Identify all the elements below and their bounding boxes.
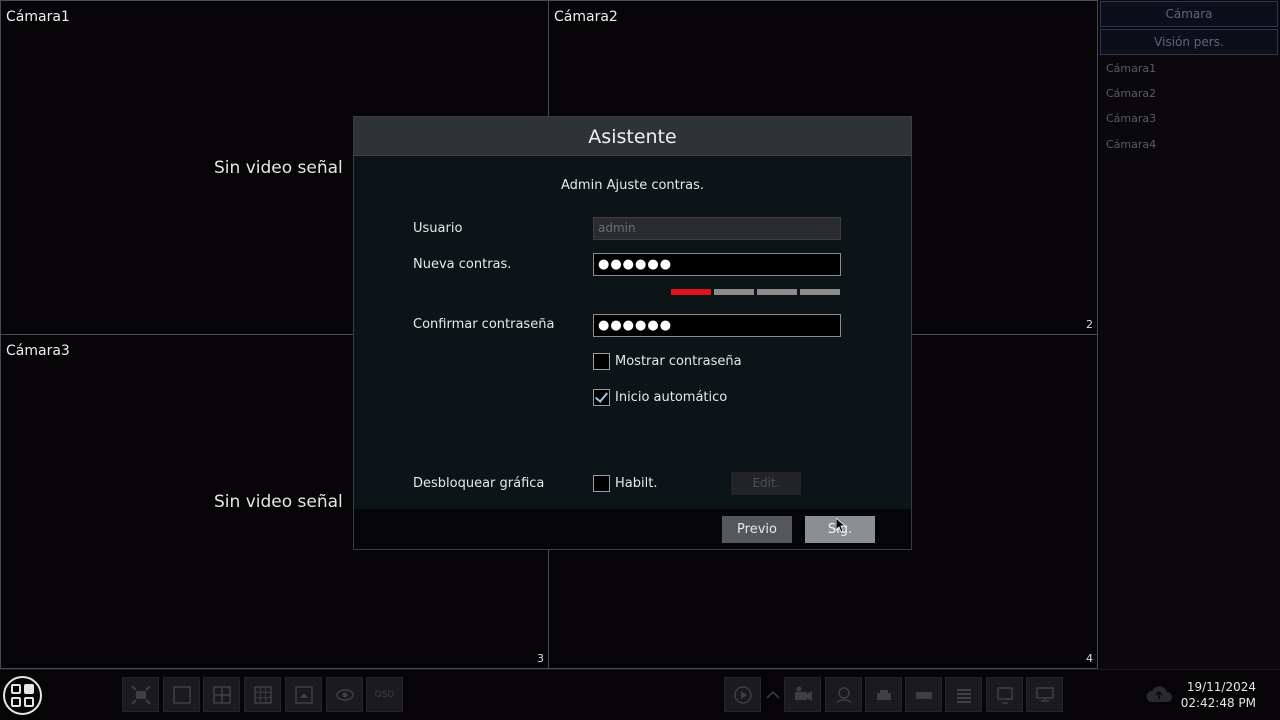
password-strength-segment — [757, 289, 797, 295]
device-icon[interactable] — [905, 677, 942, 712]
vehicle-icon[interactable] — [865, 677, 902, 712]
show-password-checkbox[interactable] — [593, 353, 610, 370]
display-icon[interactable] — [1026, 677, 1063, 712]
unlock-pattern-label: Desbloquear gráfica — [413, 476, 545, 491]
monitor-icon[interactable] — [986, 677, 1023, 712]
camera-title: Cámara2 — [554, 9, 618, 25]
confirm-password-field[interactable]: ●●●●●● — [593, 314, 841, 337]
camera-list-item[interactable]: Cámara4 — [1106, 138, 1156, 151]
edit-pattern-button[interactable]: Edit. — [731, 472, 801, 495]
show-password-label: Mostrar contraseña — [615, 354, 742, 369]
previous-button[interactable]: Previo — [722, 516, 792, 543]
camera-list-item[interactable]: Cámara3 — [1106, 112, 1156, 125]
password-strength-segment — [671, 289, 711, 295]
osd-icon[interactable]: OSD — [366, 677, 403, 712]
tab-custom-view[interactable]: Visión pers. — [1100, 29, 1278, 55]
quad-view-icon[interactable] — [203, 677, 240, 712]
no-signal-text: Sin video señal — [214, 492, 343, 512]
face-icon[interactable] — [825, 677, 862, 712]
sequence-icon[interactable] — [285, 677, 322, 712]
start-menu-icon[interactable] — [3, 676, 42, 715]
camera-list-item[interactable]: Cámara1 — [1106, 62, 1156, 75]
bottom-toolbar: OSD 19/11/2024 02:42:48 PM — [0, 669, 1280, 720]
playback-icon[interactable] — [724, 677, 761, 712]
cloud-icon[interactable] — [1144, 682, 1174, 710]
user-field: admin — [593, 217, 841, 240]
confirm-password-label: Confirmar contraseña — [413, 317, 555, 332]
time-text: 02:42:48 PM — [1180, 696, 1256, 710]
no-signal-text: Sin video señal — [214, 158, 343, 178]
storage-icon[interactable] — [945, 677, 982, 712]
auto-start-checkbox[interactable] — [593, 389, 610, 406]
mouse-cursor-icon — [835, 517, 847, 536]
enable-pattern-label: Habilt. — [615, 476, 658, 491]
tab-camera[interactable]: Cámara — [1100, 1, 1278, 27]
cell-number: 4 — [1086, 652, 1093, 665]
date-text: 19/11/2024 — [1186, 680, 1256, 694]
camera-list-panel: Cámara Visión pers. Cámara1 Cámara2 Cáma… — [1099, 0, 1280, 669]
dialog-subtitle: Admin Ajuste contras. — [561, 178, 704, 193]
camera-list-item[interactable]: Cámara2 — [1106, 87, 1156, 100]
single-view-icon[interactable] — [163, 677, 200, 712]
camera-title: Cámara3 — [6, 343, 70, 359]
user-label: Usuario — [413, 221, 463, 236]
new-password-field[interactable]: ●●●●●● — [593, 253, 841, 276]
fullscreen-icon[interactable] — [122, 677, 159, 712]
chevron-up-icon[interactable] — [762, 677, 784, 712]
password-strength-segment — [800, 289, 840, 295]
new-password-label: Nueva contras. — [413, 257, 512, 272]
password-strength-segment — [714, 289, 754, 295]
cell-number: 2 — [1086, 318, 1093, 331]
clock: 19/11/2024 02:42:48 PM — [1181, 679, 1256, 711]
dialog-title: Asistente — [354, 117, 911, 156]
nine-view-icon[interactable] — [244, 677, 281, 712]
dialog-footer: Previo Sig. — [354, 509, 911, 549]
enable-pattern-checkbox[interactable] — [593, 475, 610, 492]
wizard-dialog: Asistente Admin Ajuste contras. Usuario … — [353, 116, 912, 550]
visibility-icon[interactable] — [326, 677, 363, 712]
cell-number: 3 — [537, 652, 544, 665]
auto-start-label: Inicio automático — [615, 390, 728, 405]
record-camera-icon[interactable] — [784, 677, 821, 712]
camera-title: Cámara1 — [6, 9, 70, 25]
